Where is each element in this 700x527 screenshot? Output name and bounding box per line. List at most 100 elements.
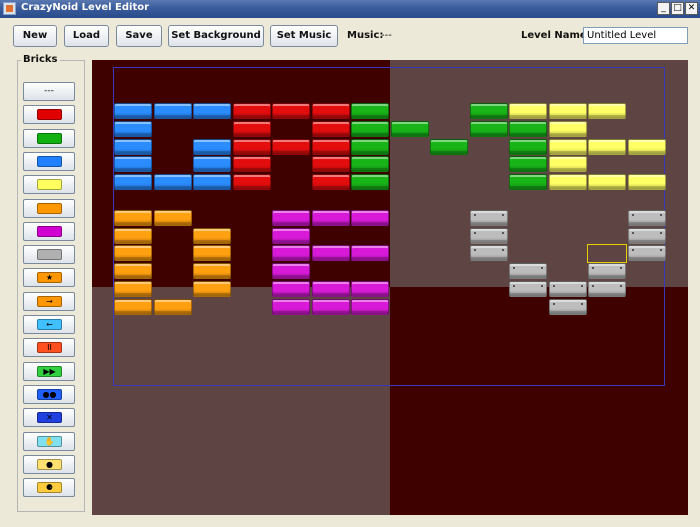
brick[interactable] — [509, 156, 547, 173]
brick[interactable] — [469, 103, 508, 119]
brick[interactable] — [588, 174, 626, 191]
palette-silver-button[interactable] — [23, 245, 75, 265]
brick[interactable] — [272, 227, 310, 244]
brick[interactable] — [311, 298, 350, 315]
brick[interactable] — [272, 209, 310, 226]
brick[interactable] — [153, 174, 192, 191]
brick[interactable] — [114, 138, 152, 155]
brick[interactable] — [351, 138, 389, 155]
brick[interactable] — [469, 120, 508, 137]
palette-fast-powerup-button[interactable]: ▶▶ — [23, 361, 75, 381]
palette-magenta-button[interactable] — [23, 221, 75, 241]
level-canvas[interactable] — [92, 60, 688, 515]
brick[interactable] — [509, 281, 547, 297]
brick[interactable] — [272, 263, 310, 280]
brick[interactable] — [627, 209, 666, 226]
brick[interactable] — [627, 245, 666, 262]
brick[interactable] — [469, 227, 508, 244]
set-music-button[interactable]: Set Music — [270, 25, 338, 47]
palette-slow-powerup-button[interactable]: ✕ — [23, 408, 75, 428]
brick[interactable] — [509, 174, 547, 191]
brick[interactable] — [114, 281, 152, 297]
brick[interactable] — [272, 281, 310, 297]
minimize-button[interactable]: _ — [657, 2, 670, 15]
palette-extend-powerup-button[interactable]: → — [23, 291, 75, 311]
brick[interactable] — [351, 120, 389, 137]
brick[interactable] — [232, 138, 271, 155]
brick[interactable] — [193, 263, 231, 280]
brick[interactable] — [390, 120, 429, 137]
brick[interactable] — [193, 103, 231, 119]
brick[interactable] — [588, 138, 626, 155]
palette-fireball-powerup-button[interactable]: ⚈ — [23, 478, 75, 498]
palette-yellow-button[interactable] — [23, 175, 75, 195]
palette-empty-button[interactable]: --- — [23, 82, 75, 101]
brick[interactable] — [548, 298, 587, 315]
brick[interactable] — [114, 227, 152, 244]
brick[interactable] — [627, 227, 666, 244]
brick[interactable] — [114, 120, 152, 137]
brick[interactable] — [351, 298, 389, 315]
brick[interactable] — [351, 245, 389, 262]
set-background-button[interactable]: Set Background — [168, 25, 264, 47]
brick[interactable] — [509, 103, 547, 119]
brick[interactable] — [430, 138, 468, 155]
brick[interactable] — [114, 156, 152, 173]
brick[interactable] — [588, 281, 626, 297]
brick[interactable] — [627, 174, 666, 191]
brick[interactable] — [311, 281, 350, 297]
brick[interactable] — [351, 281, 389, 297]
brick[interactable] — [193, 138, 231, 155]
brick[interactable] — [114, 174, 152, 191]
brick[interactable] — [193, 156, 231, 173]
brick[interactable] — [311, 103, 350, 119]
palette-orange-button[interactable] — [23, 198, 75, 218]
brick[interactable] — [588, 263, 626, 280]
brick[interactable] — [469, 209, 508, 226]
brick[interactable] — [509, 120, 547, 137]
brick[interactable] — [311, 120, 350, 137]
brick[interactable] — [114, 245, 152, 262]
brick[interactable] — [193, 245, 231, 262]
brick[interactable] — [311, 174, 350, 191]
brick[interactable] — [114, 103, 152, 119]
brick[interactable] — [153, 298, 192, 315]
palette-shrink-powerup-button[interactable]: ← — [23, 315, 75, 334]
brick[interactable] — [548, 103, 587, 119]
load-button[interactable]: Load — [64, 25, 109, 47]
brick[interactable] — [272, 103, 310, 119]
brick[interactable] — [311, 245, 350, 262]
brick[interactable] — [351, 103, 389, 119]
palette-star-powerup-button[interactable]: ★ — [23, 268, 75, 288]
brick[interactable] — [272, 245, 310, 262]
brick[interactable] — [509, 138, 547, 155]
brick[interactable] — [509, 263, 547, 280]
brick[interactable] — [232, 174, 271, 191]
palette-bomb-powerup-button[interactable]: ● — [23, 454, 75, 474]
brick[interactable] — [548, 281, 587, 297]
save-button[interactable]: Save — [116, 25, 162, 47]
brick[interactable] — [153, 209, 192, 226]
brick[interactable] — [193, 174, 231, 191]
maximize-button[interactable]: □ — [671, 2, 684, 15]
brick[interactable] — [114, 263, 152, 280]
brick[interactable] — [469, 245, 508, 262]
brick[interactable] — [114, 209, 152, 226]
brick[interactable] — [232, 120, 271, 137]
brick[interactable] — [548, 138, 587, 155]
brick[interactable] — [232, 103, 271, 119]
brick[interactable] — [232, 156, 271, 173]
brick[interactable] — [627, 138, 666, 155]
brick[interactable] — [311, 138, 350, 155]
brick[interactable] — [114, 298, 152, 315]
brick[interactable] — [193, 281, 231, 297]
palette-multiball-powerup-button[interactable]: ●● — [23, 384, 75, 404]
brick[interactable] — [548, 156, 587, 173]
brick[interactable] — [193, 227, 231, 244]
brick[interactable] — [351, 174, 389, 191]
new-button[interactable]: New — [13, 25, 57, 47]
palette-green-button[interactable] — [23, 128, 75, 148]
close-button[interactable]: ✕ — [685, 2, 698, 15]
palette-catch-powerup-button[interactable]: ✋ — [23, 431, 75, 451]
palette-red-button[interactable] — [23, 105, 75, 125]
